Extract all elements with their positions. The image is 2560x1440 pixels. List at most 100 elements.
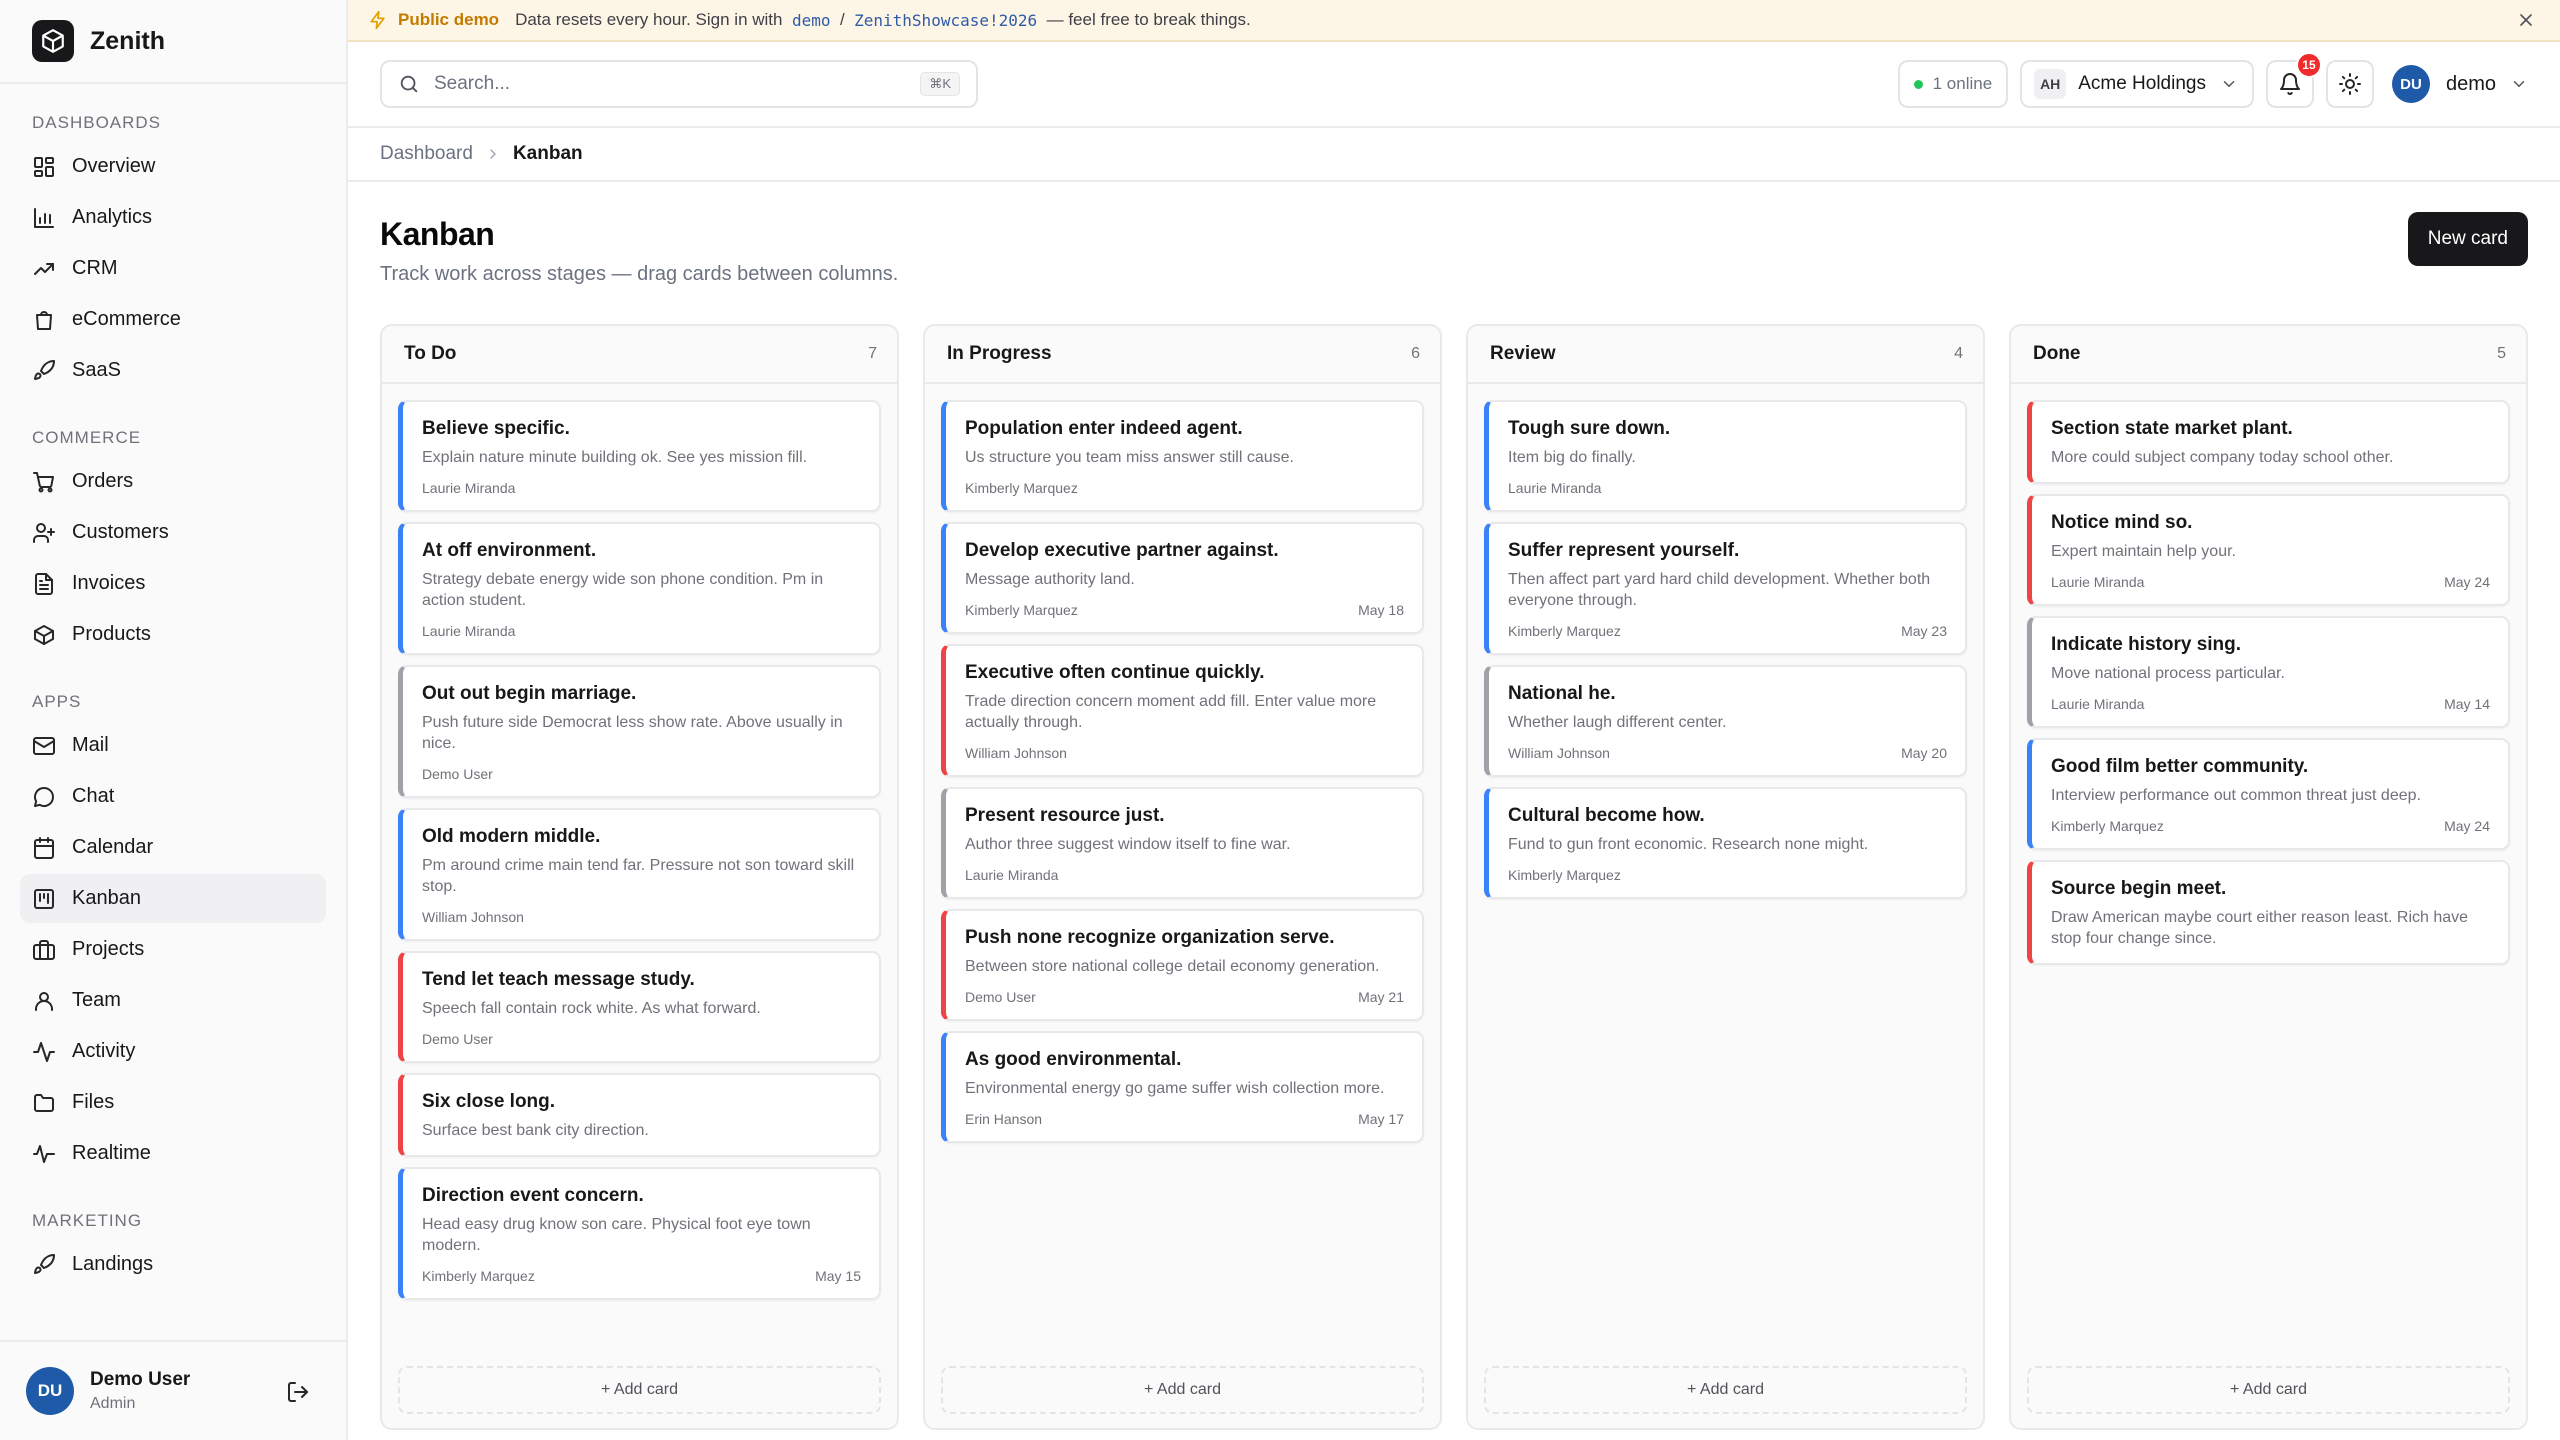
sidebar-item-label: SaaS (72, 359, 121, 381)
column-count: 6 (1411, 345, 1420, 362)
brand-name: Zenith (90, 26, 165, 55)
nav-section-label: MARKETING (32, 1211, 143, 1230)
card-title: Source begin meet. (2051, 878, 2227, 899)
card-description: Item big do finally. (1508, 449, 1636, 466)
add-card-button[interactable]: + Add card (398, 1366, 881, 1414)
column-title: Review (1490, 343, 1556, 364)
sidebar-item-label: Team (72, 989, 121, 1011)
sidebar-item-projects[interactable]: Projects (20, 925, 326, 974)
card-meta: Laurie Miranda (1508, 480, 1947, 496)
kanban-card[interactable]: Present resource just. Author three sugge… (941, 787, 1424, 899)
kanban-card[interactable]: At off environment. Strategy debate energ… (398, 522, 881, 655)
sidebar-item-mail[interactable]: Mail (20, 721, 326, 770)
sidebar-item-invoices[interactable]: Invoices (20, 559, 326, 608)
sidebar-item-label: Customers (72, 521, 169, 543)
card-description: Then affect part yard hard child develop… (1508, 571, 1931, 609)
banner-label: Public demo (398, 10, 500, 29)
sidebar-item-landings[interactable]: Landings (20, 1240, 326, 1289)
folder-icon (34, 1093, 54, 1112)
sidebar-item-customers[interactable]: Customers (20, 508, 326, 557)
user-menu[interactable]: DU demo (2391, 65, 2528, 103)
add-card-button[interactable]: + Add card (1484, 1366, 1967, 1414)
sidebar-item-saas[interactable]: SaaS (20, 346, 326, 395)
search-input[interactable] (434, 73, 921, 95)
sidebar-item-calendar[interactable]: Calendar (20, 823, 326, 872)
column-header: In Progress 6 (925, 326, 1440, 384)
card-meta: William Johnson (965, 745, 1404, 761)
sidebar-item-orders[interactable]: Orders (20, 457, 326, 506)
kanban-card[interactable]: Believe specific. Explain nature minute b… (398, 400, 881, 512)
sidebar-item-realtime[interactable]: Realtime (20, 1129, 326, 1178)
kanban-card[interactable]: Push none recognize organization serve. B… (941, 909, 1424, 1021)
search-icon (400, 75, 418, 93)
card-description: Move national process particular. (2051, 665, 2285, 682)
sidebar-item-activity[interactable]: Activity (20, 1027, 326, 1076)
card-assignee: Kimberly Marquez (965, 602, 1078, 618)
kanban-card[interactable]: Develop executive partner against. Messag… (941, 522, 1424, 634)
kanban-card[interactable]: Direction event concern. Head easy drug k… (398, 1167, 881, 1300)
sidebar-item-crm[interactable]: CRM (20, 244, 326, 293)
sidebar-item-products[interactable]: Products (20, 610, 326, 659)
card-due-date: May 17 (1358, 1111, 1404, 1127)
card-description: Draw American maybe court either reason … (2051, 909, 2469, 947)
brand[interactable]: Zenith (0, 0, 346, 84)
kanban-card[interactable]: Source begin meet. Draw American maybe co… (2027, 860, 2510, 965)
card-assignee: Laurie Miranda (2051, 574, 2145, 590)
kanban-card[interactable]: Old modern middle. Pm around crime main t… (398, 808, 881, 941)
breadcrumb-dashboard[interactable]: Dashboard (380, 143, 473, 165)
add-card-button[interactable]: + Add card (941, 1366, 1424, 1414)
search-box[interactable]: ⌘K (380, 60, 978, 108)
kanban-card[interactable]: Population enter indeed agent. Us structu… (941, 400, 1424, 512)
banner-username: demo (791, 10, 831, 30)
card-due-date: May 24 (2444, 574, 2490, 590)
card-title: Cultural become how. (1508, 805, 1705, 826)
chat-bubble-icon (34, 786, 54, 807)
notifications-button[interactable]: 15 (2265, 52, 2322, 108)
shopping-bag-icon (36, 310, 52, 330)
card-description: Expert maintain help your. (2051, 543, 2236, 560)
card-assignee: Erin Hanson (965, 1111, 1043, 1127)
sidebar-item-chat[interactable]: Chat (20, 772, 326, 821)
new-card-button[interactable]: New card (2407, 212, 2528, 266)
kanban-column-to-do: To Do 7 Believe specific. Explain nature mi… (380, 324, 899, 1430)
card-list: Tough sure down. Item big do finally. Laur… (1468, 384, 1983, 899)
org-switcher[interactable]: AH Acme Holdings (2020, 60, 2254, 108)
logout-icon[interactable] (286, 1380, 310, 1404)
column-header: To Do 7 (382, 326, 897, 384)
sidebar-item-kanban[interactable]: Kanban (20, 874, 326, 923)
sidebar-item-analytics[interactable]: Analytics (20, 193, 326, 242)
kanban-card[interactable]: Tend let teach message study. Speech fall… (398, 951, 881, 1063)
theme-toggle-button[interactable] (2325, 60, 2374, 108)
grid-icon (34, 156, 54, 177)
kanban-card[interactable]: Six close long. Surface best bank city di… (398, 1073, 881, 1157)
card-list: Population enter indeed agent. Us structu… (925, 384, 1440, 1143)
sidebar-item-ecommerce[interactable]: eCommerce (20, 295, 326, 344)
add-card-button[interactable]: + Add card (2027, 1366, 2510, 1414)
avatar: DU (2391, 65, 2430, 103)
card-assignee: Demo User (422, 1031, 493, 1047)
sidebar-user[interactable]: DU Demo User Admin (0, 1340, 346, 1440)
page-subtitle: Track work across stages — drag cards be… (380, 263, 899, 285)
kanban-card[interactable]: Section state market plant. More could su… (2027, 400, 2510, 484)
activity-icon (33, 1041, 55, 1062)
card-due-date: May 23 (1901, 623, 1947, 639)
kanban-card[interactable]: Tough sure down. Item big do finally. Laur… (1484, 400, 1967, 512)
nav-section-label: COMMERCE (32, 428, 142, 447)
kanban-card[interactable]: Cultural become how. Fund to gun front ec… (1484, 787, 1967, 899)
sidebar-item-files[interactable]: Files (20, 1078, 326, 1127)
kanban-card[interactable]: Notice mind so. Expert maintain help your… (2027, 494, 2510, 606)
card-assignee: Demo User (422, 766, 493, 782)
kanban-card[interactable]: As good environmental. Environmental ener… (941, 1031, 1424, 1143)
sidebar-item-team[interactable]: Team (20, 976, 326, 1025)
card-description: Push future side Democrat less show rate… (422, 714, 843, 752)
kanban-card[interactable]: National he. Whether laugh different cent… (1484, 665, 1967, 777)
kanban-card[interactable]: Suffer represent yourself. Then affect pa… (1484, 522, 1967, 655)
kanban-card[interactable]: Out out begin marriage. Push future side … (398, 665, 881, 798)
kanban-card[interactable]: Indicate history sing. Move national proc… (2027, 616, 2510, 728)
sidebar-item-overview[interactable]: Overview (20, 142, 326, 191)
card-meta: Demo User May 21 (965, 989, 1404, 1005)
kanban-card[interactable]: Good film better community. Interview per… (2027, 738, 2510, 850)
sidebar-item-label: Overview (72, 155, 156, 177)
kanban-card[interactable]: Executive often continue quickly. Trade d… (941, 644, 1424, 777)
close-icon[interactable] (2516, 10, 2536, 30)
